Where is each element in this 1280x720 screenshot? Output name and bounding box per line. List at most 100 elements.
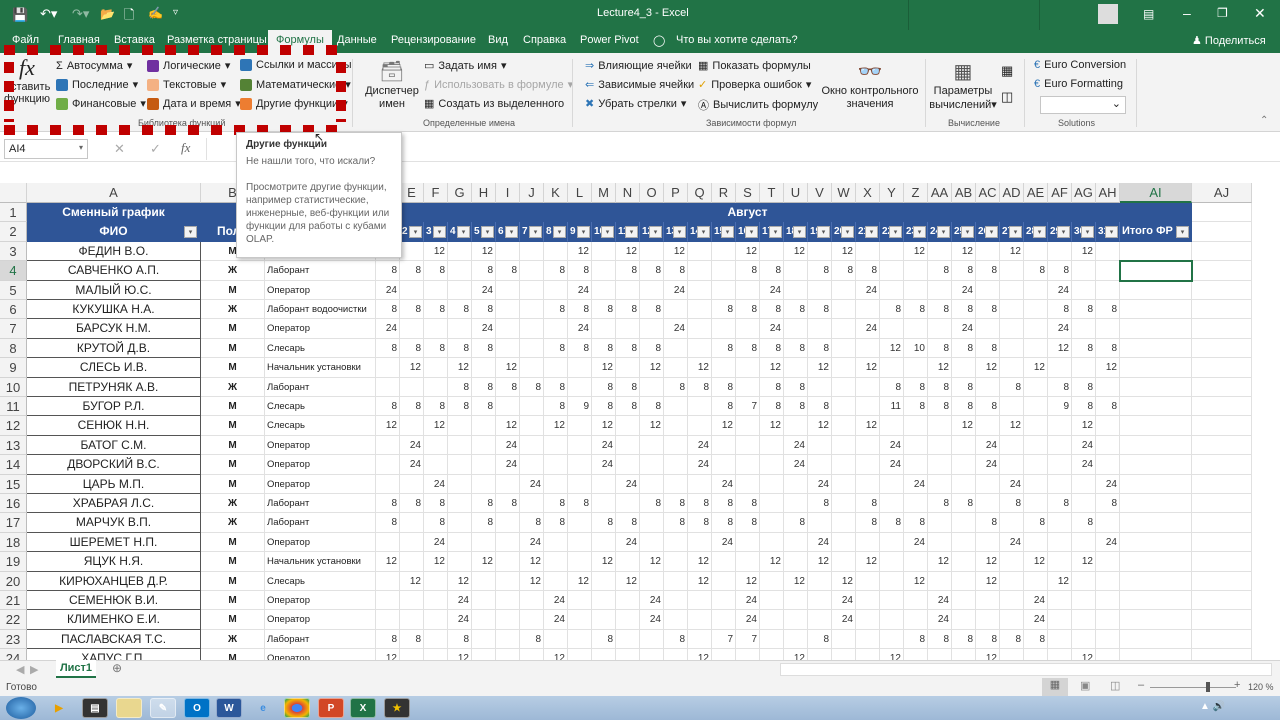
hours-cell[interactable] bbox=[808, 280, 832, 300]
hours-cell[interactable]: 8 bbox=[952, 397, 976, 417]
hours-cell[interactable] bbox=[520, 649, 544, 660]
hours-cell[interactable]: 8 bbox=[976, 261, 1000, 281]
hours-cell[interactable] bbox=[1072, 280, 1096, 300]
trace-precedents-button[interactable]: ⇒ Влияющие ячейки bbox=[585, 59, 692, 73]
hours-cell[interactable] bbox=[472, 532, 496, 553]
hours-cell[interactable] bbox=[736, 649, 760, 660]
hours-cell[interactable] bbox=[760, 513, 784, 533]
hours-cell[interactable] bbox=[784, 416, 808, 436]
hours-cell[interactable]: 8 bbox=[736, 513, 760, 533]
hours-cell[interactable] bbox=[496, 338, 520, 359]
hours-cell[interactable]: 24 bbox=[928, 610, 952, 630]
hours-cell[interactable]: 8 bbox=[856, 494, 880, 514]
define-name-button[interactable]: ▭ Задать имя ▾ bbox=[424, 59, 506, 73]
hours-cell[interactable]: 8 bbox=[664, 261, 688, 281]
hours-cell[interactable] bbox=[424, 591, 448, 611]
hours-cell[interactable] bbox=[424, 629, 448, 650]
hours-cell[interactable]: 8 bbox=[376, 338, 400, 359]
hours-cell[interactable]: 12 bbox=[376, 552, 400, 572]
euro-conversion-button[interactable]: € Euro Conversion bbox=[1034, 59, 1126, 71]
hours-cell[interactable]: 24 bbox=[520, 532, 544, 553]
hours-cell[interactable]: 12 bbox=[784, 571, 808, 591]
hours-cell[interactable]: 8 bbox=[712, 397, 736, 417]
hours-cell[interactable]: 24 bbox=[1048, 280, 1072, 300]
hours-cell[interactable] bbox=[664, 571, 688, 591]
hours-cell[interactable] bbox=[976, 474, 1000, 494]
hours-cell[interactable] bbox=[664, 649, 688, 660]
hours-cell[interactable] bbox=[640, 455, 664, 475]
hours-cell[interactable] bbox=[1000, 397, 1024, 417]
hours-cell[interactable]: 12 bbox=[616, 241, 640, 262]
row-header[interactable]: 24 bbox=[0, 649, 27, 660]
hours-cell[interactable]: 24 bbox=[1024, 591, 1048, 611]
hours-cell[interactable]: 8 bbox=[712, 513, 736, 533]
hours-cell[interactable]: 24 bbox=[520, 474, 544, 494]
hours-cell[interactable] bbox=[784, 280, 808, 300]
hours-cell[interactable]: 24 bbox=[760, 280, 784, 300]
hours-cell[interactable] bbox=[760, 532, 784, 553]
hours-cell[interactable]: 8 bbox=[736, 261, 760, 281]
hours-cell[interactable]: 12 bbox=[1072, 649, 1096, 660]
hours-cell[interactable]: 8 bbox=[736, 338, 760, 359]
hours-cell[interactable] bbox=[520, 358, 544, 378]
filter-button-day[interactable]: ▾ bbox=[433, 226, 446, 239]
hours-cell[interactable] bbox=[400, 610, 424, 630]
hours-cell[interactable]: 8 bbox=[976, 338, 1000, 359]
hours-cell[interactable] bbox=[496, 591, 520, 611]
hours-cell[interactable]: 8 bbox=[544, 513, 568, 533]
hours-cell[interactable] bbox=[1096, 241, 1120, 262]
hours-cell[interactable]: 24 bbox=[664, 319, 688, 339]
hours-cell[interactable] bbox=[832, 319, 856, 339]
hours-cell[interactable]: 8 bbox=[616, 300, 640, 320]
hours-cell[interactable] bbox=[808, 435, 832, 456]
hours-cell[interactable] bbox=[448, 532, 472, 553]
hours-cell[interactable] bbox=[952, 435, 976, 456]
column-header[interactable]: M bbox=[592, 183, 616, 203]
filter-button-total[interactable]: ▾ bbox=[1176, 226, 1189, 239]
hours-cell[interactable] bbox=[448, 552, 472, 572]
hours-cell[interactable] bbox=[448, 416, 472, 436]
hours-cell[interactable]: 12 bbox=[592, 416, 616, 436]
employee-name[interactable]: СЕМЕНЮК В.И. bbox=[27, 591, 201, 611]
hours-cell[interactable]: 8 bbox=[1072, 377, 1096, 397]
avatar[interactable] bbox=[1098, 4, 1118, 24]
hours-cell[interactable]: 12 bbox=[1024, 552, 1048, 572]
hours-cell[interactable] bbox=[952, 474, 976, 494]
hours-cell[interactable]: 8 bbox=[664, 377, 688, 397]
cell[interactable] bbox=[1192, 494, 1252, 514]
hours-cell[interactable] bbox=[664, 435, 688, 456]
total-cell[interactable] bbox=[1120, 591, 1192, 611]
hours-cell[interactable] bbox=[400, 319, 424, 339]
hours-cell[interactable] bbox=[808, 649, 832, 660]
hours-cell[interactable]: 8 bbox=[1024, 513, 1048, 533]
hours-cell[interactable]: 12 bbox=[640, 552, 664, 572]
tab-review[interactable]: Рецензирование bbox=[391, 34, 476, 46]
hours-cell[interactable] bbox=[640, 474, 664, 494]
hours-cell[interactable]: 8 bbox=[736, 300, 760, 320]
hours-cell[interactable]: 8 bbox=[1000, 629, 1024, 650]
hours-cell[interactable] bbox=[784, 532, 808, 553]
filter-button-day[interactable]: ▾ bbox=[961, 226, 974, 239]
hours-cell[interactable] bbox=[784, 358, 808, 378]
hours-cell[interactable] bbox=[496, 571, 520, 591]
employee-gender[interactable]: М bbox=[201, 474, 265, 494]
hours-cell[interactable]: 24 bbox=[784, 435, 808, 456]
euro-dropdown[interactable]: ⌄ bbox=[1040, 96, 1126, 114]
hours-cell[interactable] bbox=[832, 358, 856, 378]
filter-button-day[interactable]: ▾ bbox=[553, 226, 566, 239]
name-manager-button[interactable]: 🗃 Диспетчер имен bbox=[365, 59, 419, 110]
hours-cell[interactable]: 24 bbox=[1000, 474, 1024, 494]
hours-cell[interactable] bbox=[544, 455, 568, 475]
hours-cell[interactable] bbox=[760, 474, 784, 494]
hours-cell[interactable] bbox=[880, 416, 904, 436]
hours-cell[interactable]: 8 bbox=[472, 338, 496, 359]
hours-cell[interactable] bbox=[616, 552, 640, 572]
hours-cell[interactable]: 12 bbox=[424, 241, 448, 262]
employee-position[interactable]: Оператор bbox=[265, 610, 376, 630]
hours-cell[interactable]: 12 bbox=[376, 649, 400, 660]
hours-cell[interactable] bbox=[448, 494, 472, 514]
hours-cell[interactable]: 12 bbox=[448, 649, 472, 660]
hours-cell[interactable]: 8 bbox=[400, 338, 424, 359]
hours-cell[interactable]: 12 bbox=[760, 358, 784, 378]
employee-name[interactable]: КИРЮХАНЦЕВ Д.Р. bbox=[27, 571, 201, 591]
